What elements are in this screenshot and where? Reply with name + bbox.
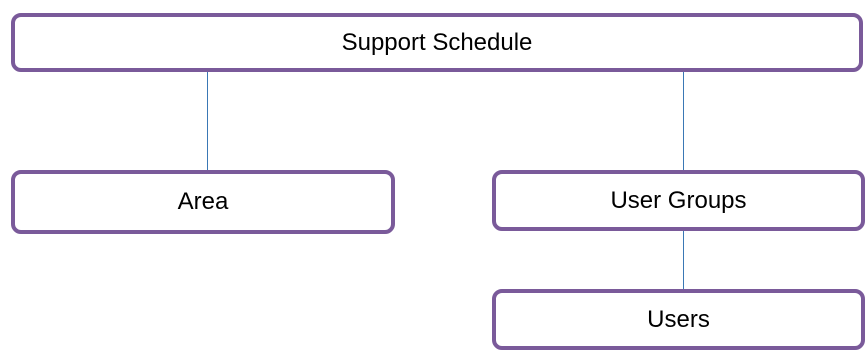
hierarchy-diagram: Support Schedule Area User Groups Users (0, 0, 865, 354)
connector-root-to-area (207, 72, 208, 170)
connector-user-groups-to-users (683, 231, 684, 289)
support-schedule-label: Support Schedule (341, 28, 533, 56)
support-schedule-node: Support Schedule (11, 13, 863, 72)
connector-root-to-user-groups (683, 72, 684, 170)
user-groups-node: User Groups (492, 170, 865, 231)
users-node: Users (492, 289, 865, 350)
area-node: Area (11, 170, 395, 234)
user-groups-label: User Groups (610, 186, 747, 214)
users-label: Users (647, 305, 710, 333)
area-label: Area (177, 188, 229, 215)
